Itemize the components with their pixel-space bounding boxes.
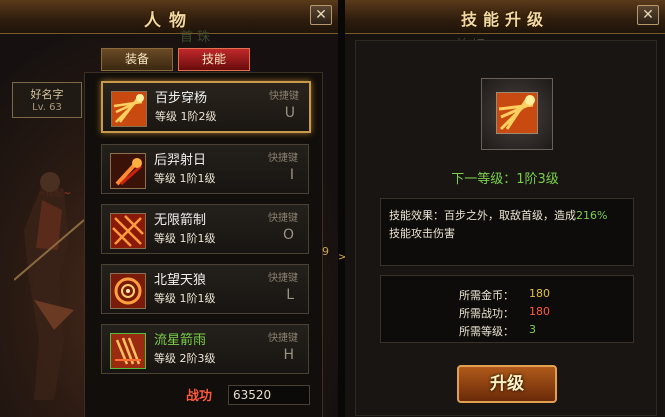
skill-effect-box: 技能效果：百步之外，取敌首级，造成216% 技能攻击伤害 xyxy=(380,198,634,266)
close-icon: ✕ xyxy=(315,7,327,23)
character-name: 好名字 xyxy=(30,88,64,101)
upgrade-panel-title: 技能升级 xyxy=(460,10,549,29)
requirements-box: 所需金币： 180 所需战功： 180 所需等级： 3 xyxy=(380,275,634,343)
hotkey-label: 快捷键 xyxy=(268,333,298,344)
character-namebox: 好名字 Lv. 63 xyxy=(12,82,82,118)
hotkey-label: 快捷键 xyxy=(268,153,298,164)
sun-shot-icon xyxy=(110,153,146,189)
skill-level: 等级 1阶1级 xyxy=(154,292,216,305)
tab-skills[interactable]: 技能 xyxy=(178,48,250,71)
skill-level: 等级 1阶2级 xyxy=(155,110,217,123)
hotkey-key: O xyxy=(282,227,294,243)
hotkey-key: H xyxy=(283,347,294,363)
skill-name: 百步穿杨 xyxy=(155,91,208,106)
character-panel-title: 人物 xyxy=(144,11,194,31)
meteor-arrows-icon xyxy=(110,333,146,369)
req-gold-value: 180 xyxy=(529,287,550,300)
ghost-label: 首珠 xyxy=(180,30,215,45)
power-label: 战功 xyxy=(186,389,213,404)
arrow-rain-icon xyxy=(110,213,146,249)
skill-level: 等级 2阶3级 xyxy=(154,352,216,365)
character-panel: 人物 ✕ 首珠 装备 技能 好名字 Lv. 63 ~世纪~ 百步穿杨 等级 1阶… xyxy=(0,0,338,417)
arrow-burst-icon xyxy=(496,92,538,134)
skill-level: 等级 1阶1级 xyxy=(154,232,216,245)
skill-row-houyisheri[interactable]: 后羿射日 等级 1阶1级 快捷键 I xyxy=(101,144,309,194)
req-merit-label: 所需战功： xyxy=(459,307,514,320)
character-level: Lv. 63 xyxy=(32,102,62,113)
close-button[interactable]: ✕ xyxy=(310,5,332,25)
arrow-burst-icon xyxy=(111,91,147,127)
hotkey-key: U xyxy=(284,105,295,121)
skill-row-beiwangtianlang[interactable]: 北望天狼 等级 1阶1级 快捷键 L xyxy=(101,264,309,314)
hotkey-key: L xyxy=(286,287,294,303)
close-button[interactable]: ✕ xyxy=(637,5,659,25)
warrior-figure xyxy=(14,172,84,400)
skill-name: 流星箭雨 xyxy=(154,333,207,348)
skill-row-wuxianjianzhi[interactable]: 无限箭制 等级 1阶1级 快捷键 O xyxy=(101,204,309,254)
next-level-text: 下一等级：1阶3级 xyxy=(451,172,559,187)
req-merit-value: 180 xyxy=(529,305,550,318)
skill-upgrade-panel: 技能升级 ✕ 关切 下一等级：1阶3级 技能效果：百步之外，取敌首级，造成216… xyxy=(345,0,665,417)
skill-name: 后羿射日 xyxy=(154,153,207,168)
spiral-icon xyxy=(110,273,146,309)
hotkey-label: 快捷键 xyxy=(268,273,298,284)
skill-effect-text: 技能效果：百步之外，取敌首级，造成216% 技能攻击伤害 xyxy=(389,209,608,240)
hotkey-key: I xyxy=(289,167,294,183)
close-icon: ✕ xyxy=(642,7,654,23)
skill-row-baibuchuanyang[interactable]: 百步穿杨 等级 1阶2级 快捷键 U xyxy=(101,81,311,133)
skill-name: 北望天狼 xyxy=(154,273,207,288)
power-value: 63520 xyxy=(228,385,310,405)
upgrade-button[interactable]: 升级 xyxy=(457,365,557,403)
side-number: 9 xyxy=(322,245,329,258)
req-gold-label: 所需金币： xyxy=(459,289,514,302)
tab-equipment[interactable]: 装备 xyxy=(101,48,173,71)
skill-row-liuxingjianyu[interactable]: 流星箭雨 等级 2阶3级 快捷键 H xyxy=(101,324,309,374)
skill-list: 百步穿杨 等级 1阶2级 快捷键 U 后羿射日 等级 1阶1级 快捷键 I 无限… xyxy=(84,72,323,417)
skill-name: 无限箭制 xyxy=(154,213,207,228)
req-level-label: 所需等级： xyxy=(459,325,514,338)
hotkey-label: 快捷键 xyxy=(268,213,298,224)
req-level-value: 3 xyxy=(529,323,536,336)
skill-level: 等级 1阶1级 xyxy=(154,172,216,185)
hotkey-label: 快捷键 xyxy=(269,91,299,102)
power-field: 战功 63520 xyxy=(96,384,310,406)
